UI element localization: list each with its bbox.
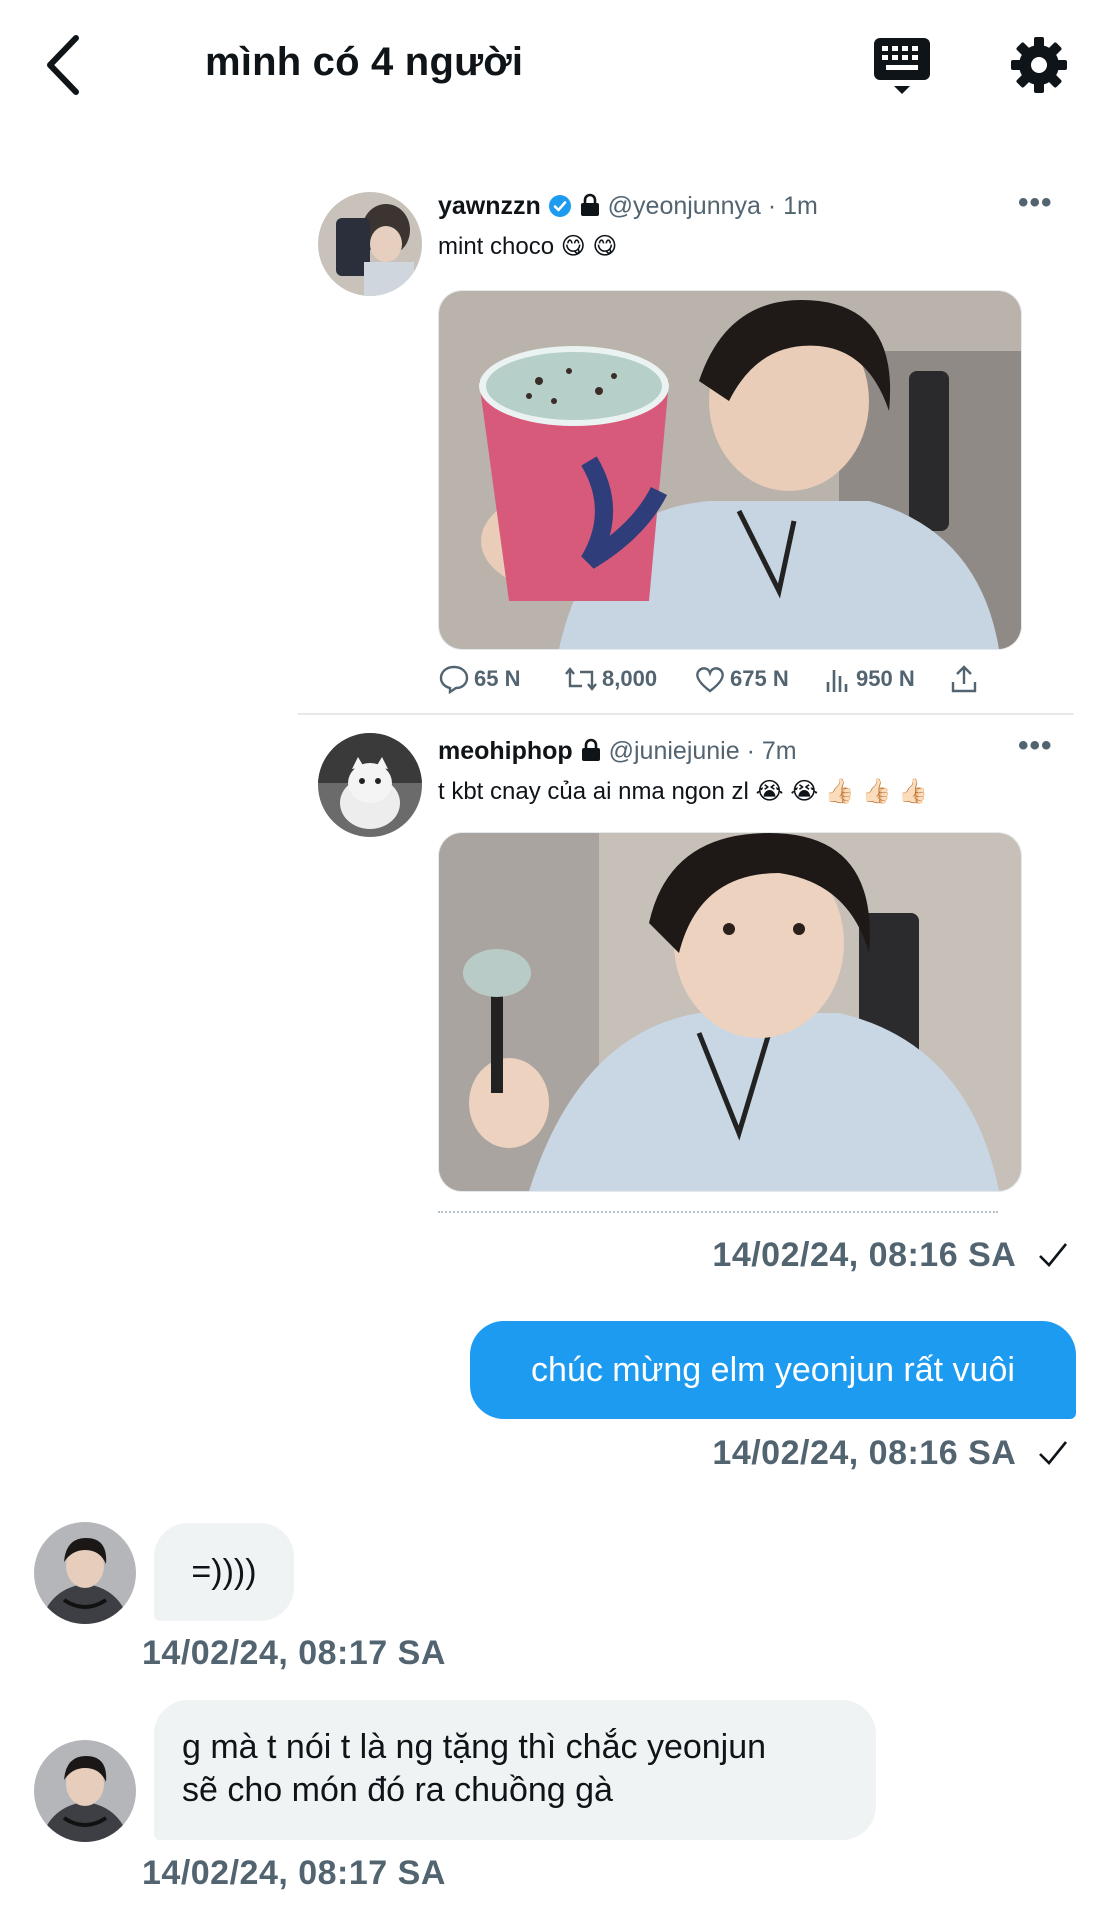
incoming-message-bubble[interactable]: =)))) [154, 1523, 294, 1621]
author-name[interactable]: yawnzzn [438, 192, 541, 220]
message-text-block: g mà t nói t là ng tặng thì chắc yeonjun… [182, 1726, 766, 1812]
author-name[interactable]: meohiphop [438, 737, 573, 765]
message-text: =)))) [191, 1552, 257, 1591]
message-line: g mà t nói t là ng tặng thì chắc yeonjun [182, 1728, 767, 1766]
tweet-time: · 7m [746, 737, 797, 765]
message-text: chúc mừng elm yeonjun rất vuôi [531, 1350, 1015, 1389]
chevron-left-icon[interactable] [40, 30, 90, 100]
lock-icon [580, 193, 599, 216]
retweet-count: 8,000 [602, 666, 658, 691]
sender-avatar[interactable] [34, 1740, 136, 1842]
timestamp-text: 14/02/24, 08:16 SA [712, 1236, 1016, 1274]
shared-tweet[interactable]: meohiphop @juniejunie · 7m ••• t kbt cna… [298, 727, 1074, 1217]
retweet-icon [565, 667, 597, 691]
heart-icon [696, 667, 724, 693]
check-icon [1039, 1441, 1068, 1465]
tweet-author-avatar[interactable] [318, 733, 422, 837]
share-button[interactable] [950, 664, 978, 694]
reply-icon [439, 665, 469, 694]
tweet-actions-truncated [438, 1211, 998, 1223]
tweet-text: mint choco 😋 😋 [438, 233, 618, 260]
views-button[interactable]: 950 N [824, 664, 915, 694]
author-handle[interactable]: @juniejunie [609, 737, 740, 765]
incoming-message-bubble[interactable]: g mà t nói t là ng tặng thì chắc yeonjun… [154, 1700, 876, 1840]
tweet-media-image[interactable] [438, 832, 1022, 1192]
message-timestamp: 14/02/24, 08:17 SA [142, 1854, 446, 1892]
outgoing-message-bubble[interactable]: chúc mừng elm yeonjun rất vuôi [470, 1321, 1076, 1419]
conversation-header: mình có 4 người [0, 0, 1109, 130]
more-icon[interactable]: ••• [1018, 729, 1053, 763]
tweet-time: · 1m [767, 192, 818, 220]
views-icon [826, 670, 848, 692]
tweet-divider [298, 713, 1074, 715]
like-button[interactable]: 675 N [694, 664, 789, 694]
tweet-actions: 65 N 8,000 675 N 950 N [438, 664, 998, 704]
timestamp-text: 14/02/24, 08:16 SA [712, 1434, 1016, 1472]
lock-icon [581, 738, 600, 761]
tweet-author-avatar[interactable] [318, 192, 422, 296]
sender-avatar[interactable] [34, 1522, 136, 1624]
message-line: sẽ cho món đó ra chuồng gà [182, 1771, 613, 1809]
author-handle[interactable]: @yeonjunnya [608, 192, 761, 220]
message-timestamp: 14/02/24, 08:16 SA [712, 1434, 1069, 1473]
shared-tweet[interactable]: yawnzzn @yeonjunnya · 1m ••• mint choco … [298, 186, 1074, 706]
tweet-header: yawnzzn @yeonjunnya · 1m [438, 192, 818, 221]
retweet-button[interactable]: 8,000 [564, 664, 657, 694]
gear-icon[interactable] [1010, 36, 1068, 94]
like-count: 675 N [730, 666, 789, 691]
reply-count: 65 N [474, 666, 521, 691]
tweet-header: meohiphop @juniejunie · 7m [438, 737, 797, 766]
tweet-text: t kbt cnay của ai nma ngon zl 😭 😭 👍🏻 👍🏻 … [438, 778, 928, 805]
view-count: 950 N [856, 666, 915, 691]
message-timestamp: 14/02/24, 08:16 SA [712, 1236, 1069, 1275]
check-icon [1039, 1243, 1068, 1267]
verified-badge-icon [548, 195, 571, 217]
share-icon [951, 665, 977, 693]
more-icon[interactable]: ••• [1018, 186, 1053, 220]
message-timestamp: 14/02/24, 08:17 SA [142, 1634, 446, 1672]
keyboard-icon[interactable] [872, 36, 932, 98]
tweet-media-image[interactable] [438, 290, 1022, 650]
conversation-title[interactable]: mình có 4 người [205, 40, 523, 85]
reply-button[interactable]: 65 N [438, 664, 520, 694]
